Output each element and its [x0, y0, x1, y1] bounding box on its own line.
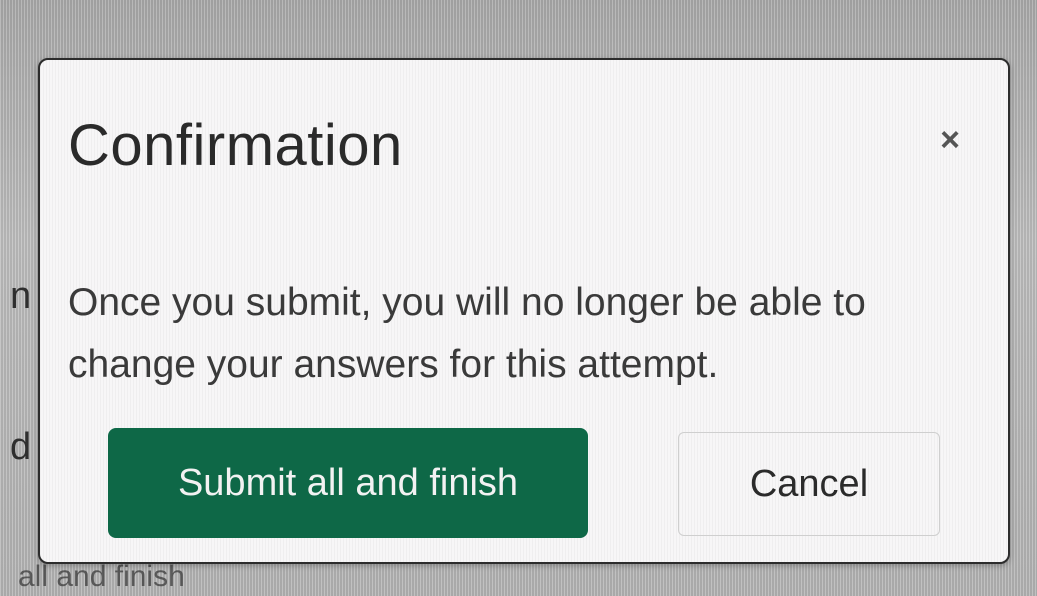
submit-all-and-finish-button[interactable]: Submit all and finish [108, 428, 588, 538]
dialog-title: Confirmation [68, 113, 403, 178]
background-text-fragment: d [10, 426, 32, 468]
cancel-button[interactable]: Cancel [678, 432, 940, 536]
background-button-fragment: all and finish [18, 560, 185, 593]
confirmation-dialog: Confirmation × Once you submit, you will… [38, 58, 1010, 564]
close-icon[interactable]: × [928, 118, 972, 162]
background-text-fragment: n [10, 275, 32, 317]
dialog-message: Once you submit, you will no longer be a… [68, 281, 866, 386]
